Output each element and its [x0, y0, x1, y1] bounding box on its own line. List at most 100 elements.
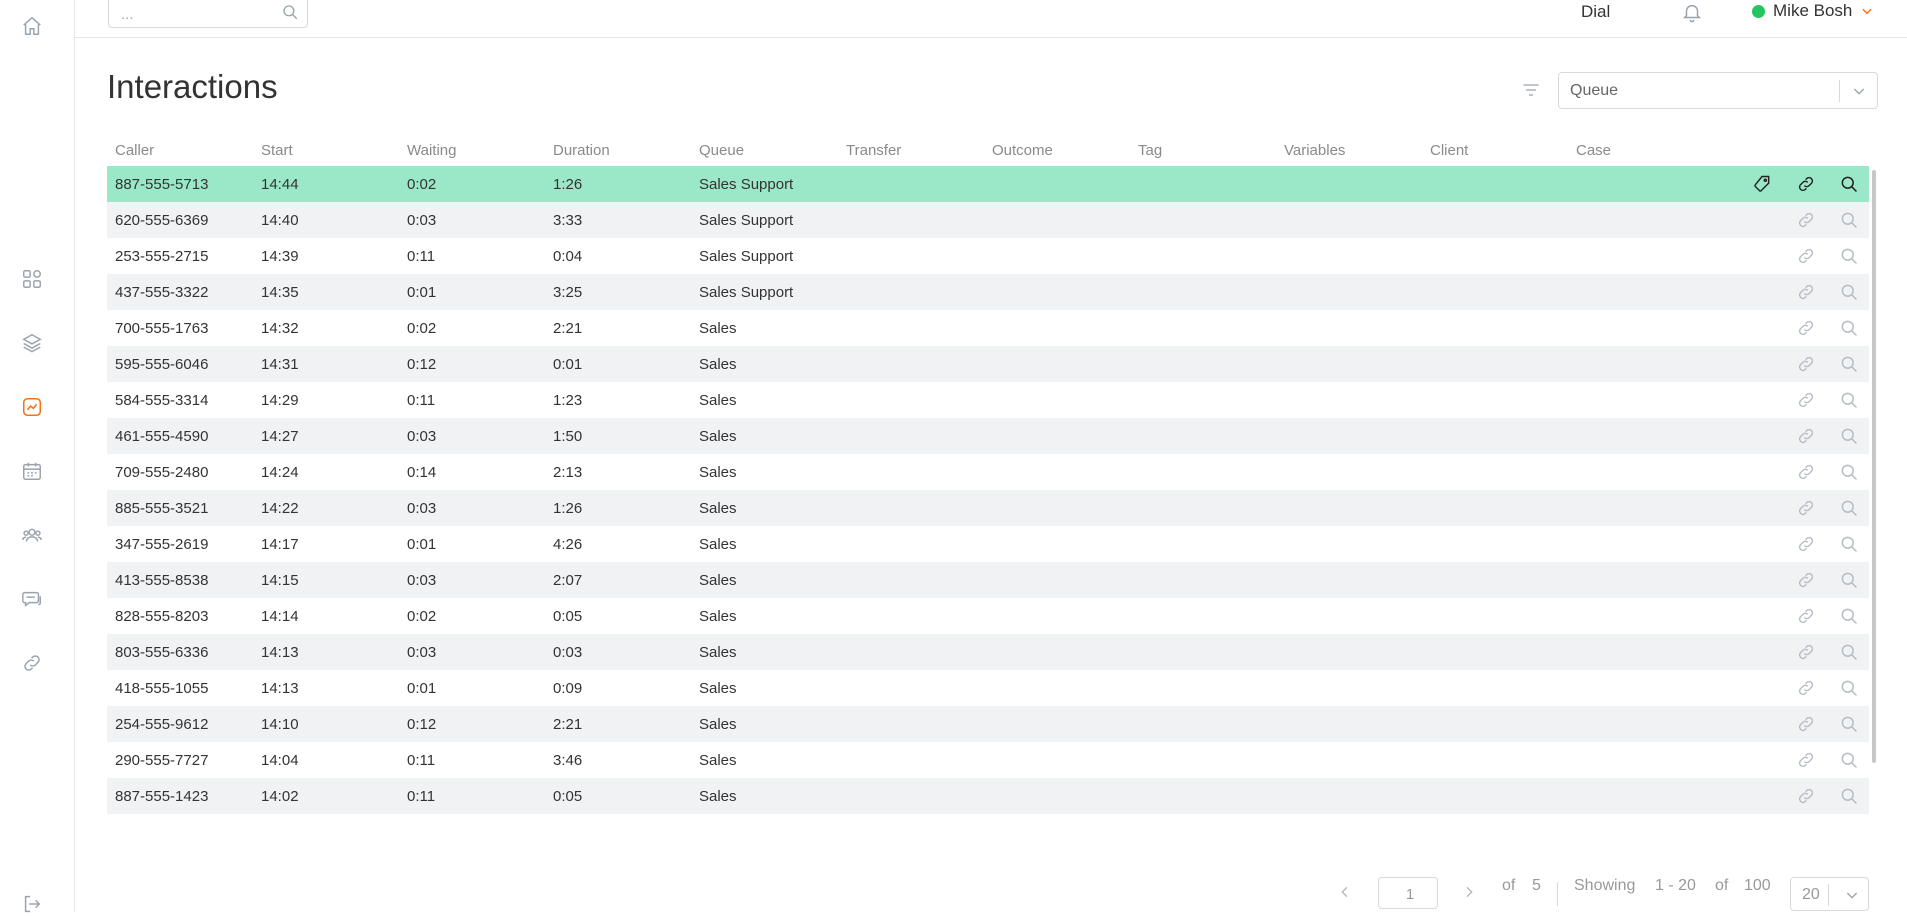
column-header-variables[interactable]: Variables — [1284, 142, 1345, 159]
link-icon[interactable] — [1796, 750, 1816, 770]
next-page-icon[interactable] — [1461, 884, 1477, 900]
filter-icon[interactable] — [1521, 80, 1541, 100]
link-icon[interactable] — [1796, 714, 1816, 734]
search-icon[interactable] — [1839, 750, 1859, 770]
link-icon[interactable] — [1796, 426, 1816, 446]
search-icon[interactable] — [1839, 282, 1859, 302]
link-icon[interactable] — [1796, 210, 1816, 230]
table-row[interactable]: 885-555-3521 14:22 0:03 1:26 Sales — [107, 490, 1869, 526]
table-row[interactable]: 290-555-7727 14:04 0:11 3:46 Sales — [107, 742, 1869, 778]
column-header-duration[interactable]: Duration — [553, 142, 610, 159]
search-icon[interactable] — [1839, 570, 1859, 590]
column-header-waiting[interactable]: Waiting — [407, 142, 456, 159]
search-icon[interactable] — [1839, 606, 1859, 626]
layers-icon[interactable] — [18, 329, 46, 357]
link-icon[interactable] — [1796, 786, 1816, 806]
search-box[interactable] — [108, 0, 308, 28]
column-header-client[interactable]: Client — [1430, 142, 1468, 159]
table-row[interactable]: 347-555-2619 14:17 0:01 4:26 Sales — [107, 526, 1869, 562]
user-menu[interactable]: Mike Bosh — [1752, 1, 1874, 21]
link-icon[interactable] — [1796, 570, 1816, 590]
link-icon[interactable] — [1796, 606, 1816, 626]
column-header-case[interactable]: Case — [1576, 142, 1611, 159]
search-icon[interactable] — [1839, 174, 1859, 194]
table-row[interactable]: 461-555-4590 14:27 0:03 1:50 Sales — [107, 418, 1869, 454]
link-icon[interactable] — [1796, 174, 1816, 194]
table-row[interactable]: 254-555-9612 14:10 0:12 2:21 Sales — [107, 706, 1869, 742]
search-icon[interactable] — [1839, 678, 1859, 698]
search-icon[interactable] — [1839, 354, 1859, 374]
link-icon[interactable] — [18, 649, 46, 677]
table-row[interactable]: 887-555-5713 14:44 0:02 1:26 Sales Support — [107, 166, 1869, 202]
search-icon[interactable] — [1839, 714, 1859, 734]
table-row[interactable]: 887-555-1423 14:02 0:11 0:05 Sales — [107, 778, 1869, 814]
link-icon[interactable] — [1796, 534, 1816, 554]
home-icon[interactable] — [18, 12, 46, 40]
table-row[interactable]: 700-555-1763 14:32 0:02 2:21 Sales — [107, 310, 1869, 346]
cell-waiting: 0:02 — [407, 320, 437, 337]
page-number-input[interactable] — [1379, 878, 1441, 910]
cell-start: 14:15 — [261, 572, 299, 589]
cell-duration: 0:05 — [553, 788, 583, 805]
cell-duration: 0:05 — [553, 608, 583, 625]
link-icon[interactable] — [1796, 390, 1816, 410]
column-header-start[interactable]: Start — [261, 142, 293, 159]
cell-start: 14:35 — [261, 284, 299, 301]
analytics-icon[interactable] — [18, 393, 46, 421]
search-icon[interactable] — [1839, 246, 1859, 266]
link-icon[interactable] — [1796, 354, 1816, 374]
table-row[interactable]: 828-555-8203 14:14 0:02 0:05 Sales — [107, 598, 1869, 634]
total-pages: 5 — [1532, 877, 1541, 894]
search-icon[interactable] — [1839, 390, 1859, 410]
page-title: Interactions — [107, 68, 278, 105]
table-row[interactable]: 709-555-2480 14:24 0:14 2:13 Sales — [107, 454, 1869, 490]
search-icon[interactable] — [281, 3, 299, 21]
table-row[interactable]: 418-555-1055 14:13 0:01 0:09 Sales — [107, 670, 1869, 706]
table-row[interactable]: 803-555-6336 14:13 0:03 0:03 Sales — [107, 634, 1869, 670]
page-number-field[interactable] — [1378, 877, 1441, 910]
logout-icon[interactable] — [18, 890, 46, 918]
table-row[interactable]: 595-555-6046 14:31 0:12 0:01 Sales — [107, 346, 1869, 382]
link-icon[interactable] — [1796, 642, 1816, 662]
search-icon[interactable] — [1839, 498, 1859, 518]
table-row[interactable]: 413-555-8538 14:15 0:03 2:07 Sales — [107, 562, 1869, 598]
users-icon[interactable] — [18, 521, 46, 549]
queue-select[interactable]: Queue — [1558, 72, 1878, 109]
column-header-outcome[interactable]: Outcome — [992, 142, 1053, 159]
link-icon[interactable] — [1796, 498, 1816, 518]
showing-range: 1 - 20 — [1655, 877, 1696, 894]
link-icon[interactable] — [1796, 246, 1816, 266]
link-icon[interactable] — [1796, 678, 1816, 698]
search-icon[interactable] — [1839, 318, 1859, 338]
table-row[interactable]: 253-555-2715 14:39 0:11 0:04 Sales Support — [107, 238, 1869, 274]
cell-queue: Sales Support — [699, 284, 794, 301]
search-icon[interactable] — [1839, 210, 1859, 230]
link-icon[interactable] — [1796, 462, 1816, 482]
chat-icon[interactable] — [18, 585, 46, 613]
search-icon[interactable] — [1839, 786, 1859, 806]
table-row[interactable]: 620-555-6369 14:40 0:03 3:33 Sales Support — [107, 202, 1869, 238]
table-scrollbar[interactable] — [1872, 170, 1876, 763]
tag-icon[interactable] — [1752, 174, 1772, 194]
column-header-queue[interactable]: Queue — [699, 142, 744, 159]
prev-page-icon[interactable] — [1337, 884, 1353, 900]
search-icon[interactable] — [1839, 426, 1859, 446]
link-icon[interactable] — [1796, 318, 1816, 338]
dashboard-icon[interactable] — [18, 265, 46, 293]
table-row[interactable]: 437-555-3322 14:35 0:01 3:25 Sales Support — [107, 274, 1869, 310]
search-input[interactable] — [119, 3, 273, 25]
bell-icon[interactable] — [1681, 1, 1703, 23]
search-icon[interactable] — [1839, 462, 1859, 482]
calendar-icon[interactable] — [18, 457, 46, 485]
cell-waiting: 0:03 — [407, 212, 437, 229]
column-header-tag[interactable]: Tag — [1138, 142, 1162, 159]
cell-caller: 418-555-1055 — [115, 680, 209, 697]
search-icon[interactable] — [1839, 642, 1859, 662]
column-header-caller[interactable]: Caller — [115, 142, 154, 159]
search-icon[interactable] — [1839, 534, 1859, 554]
column-header-transfer[interactable]: Transfer — [846, 142, 901, 159]
table-row[interactable]: 584-555-3314 14:29 0:11 1:23 Sales — [107, 382, 1869, 418]
link-icon[interactable] — [1796, 282, 1816, 302]
dial-button[interactable]: Dial — [1581, 2, 1610, 22]
page-size-select[interactable]: 20 — [1790, 877, 1869, 911]
